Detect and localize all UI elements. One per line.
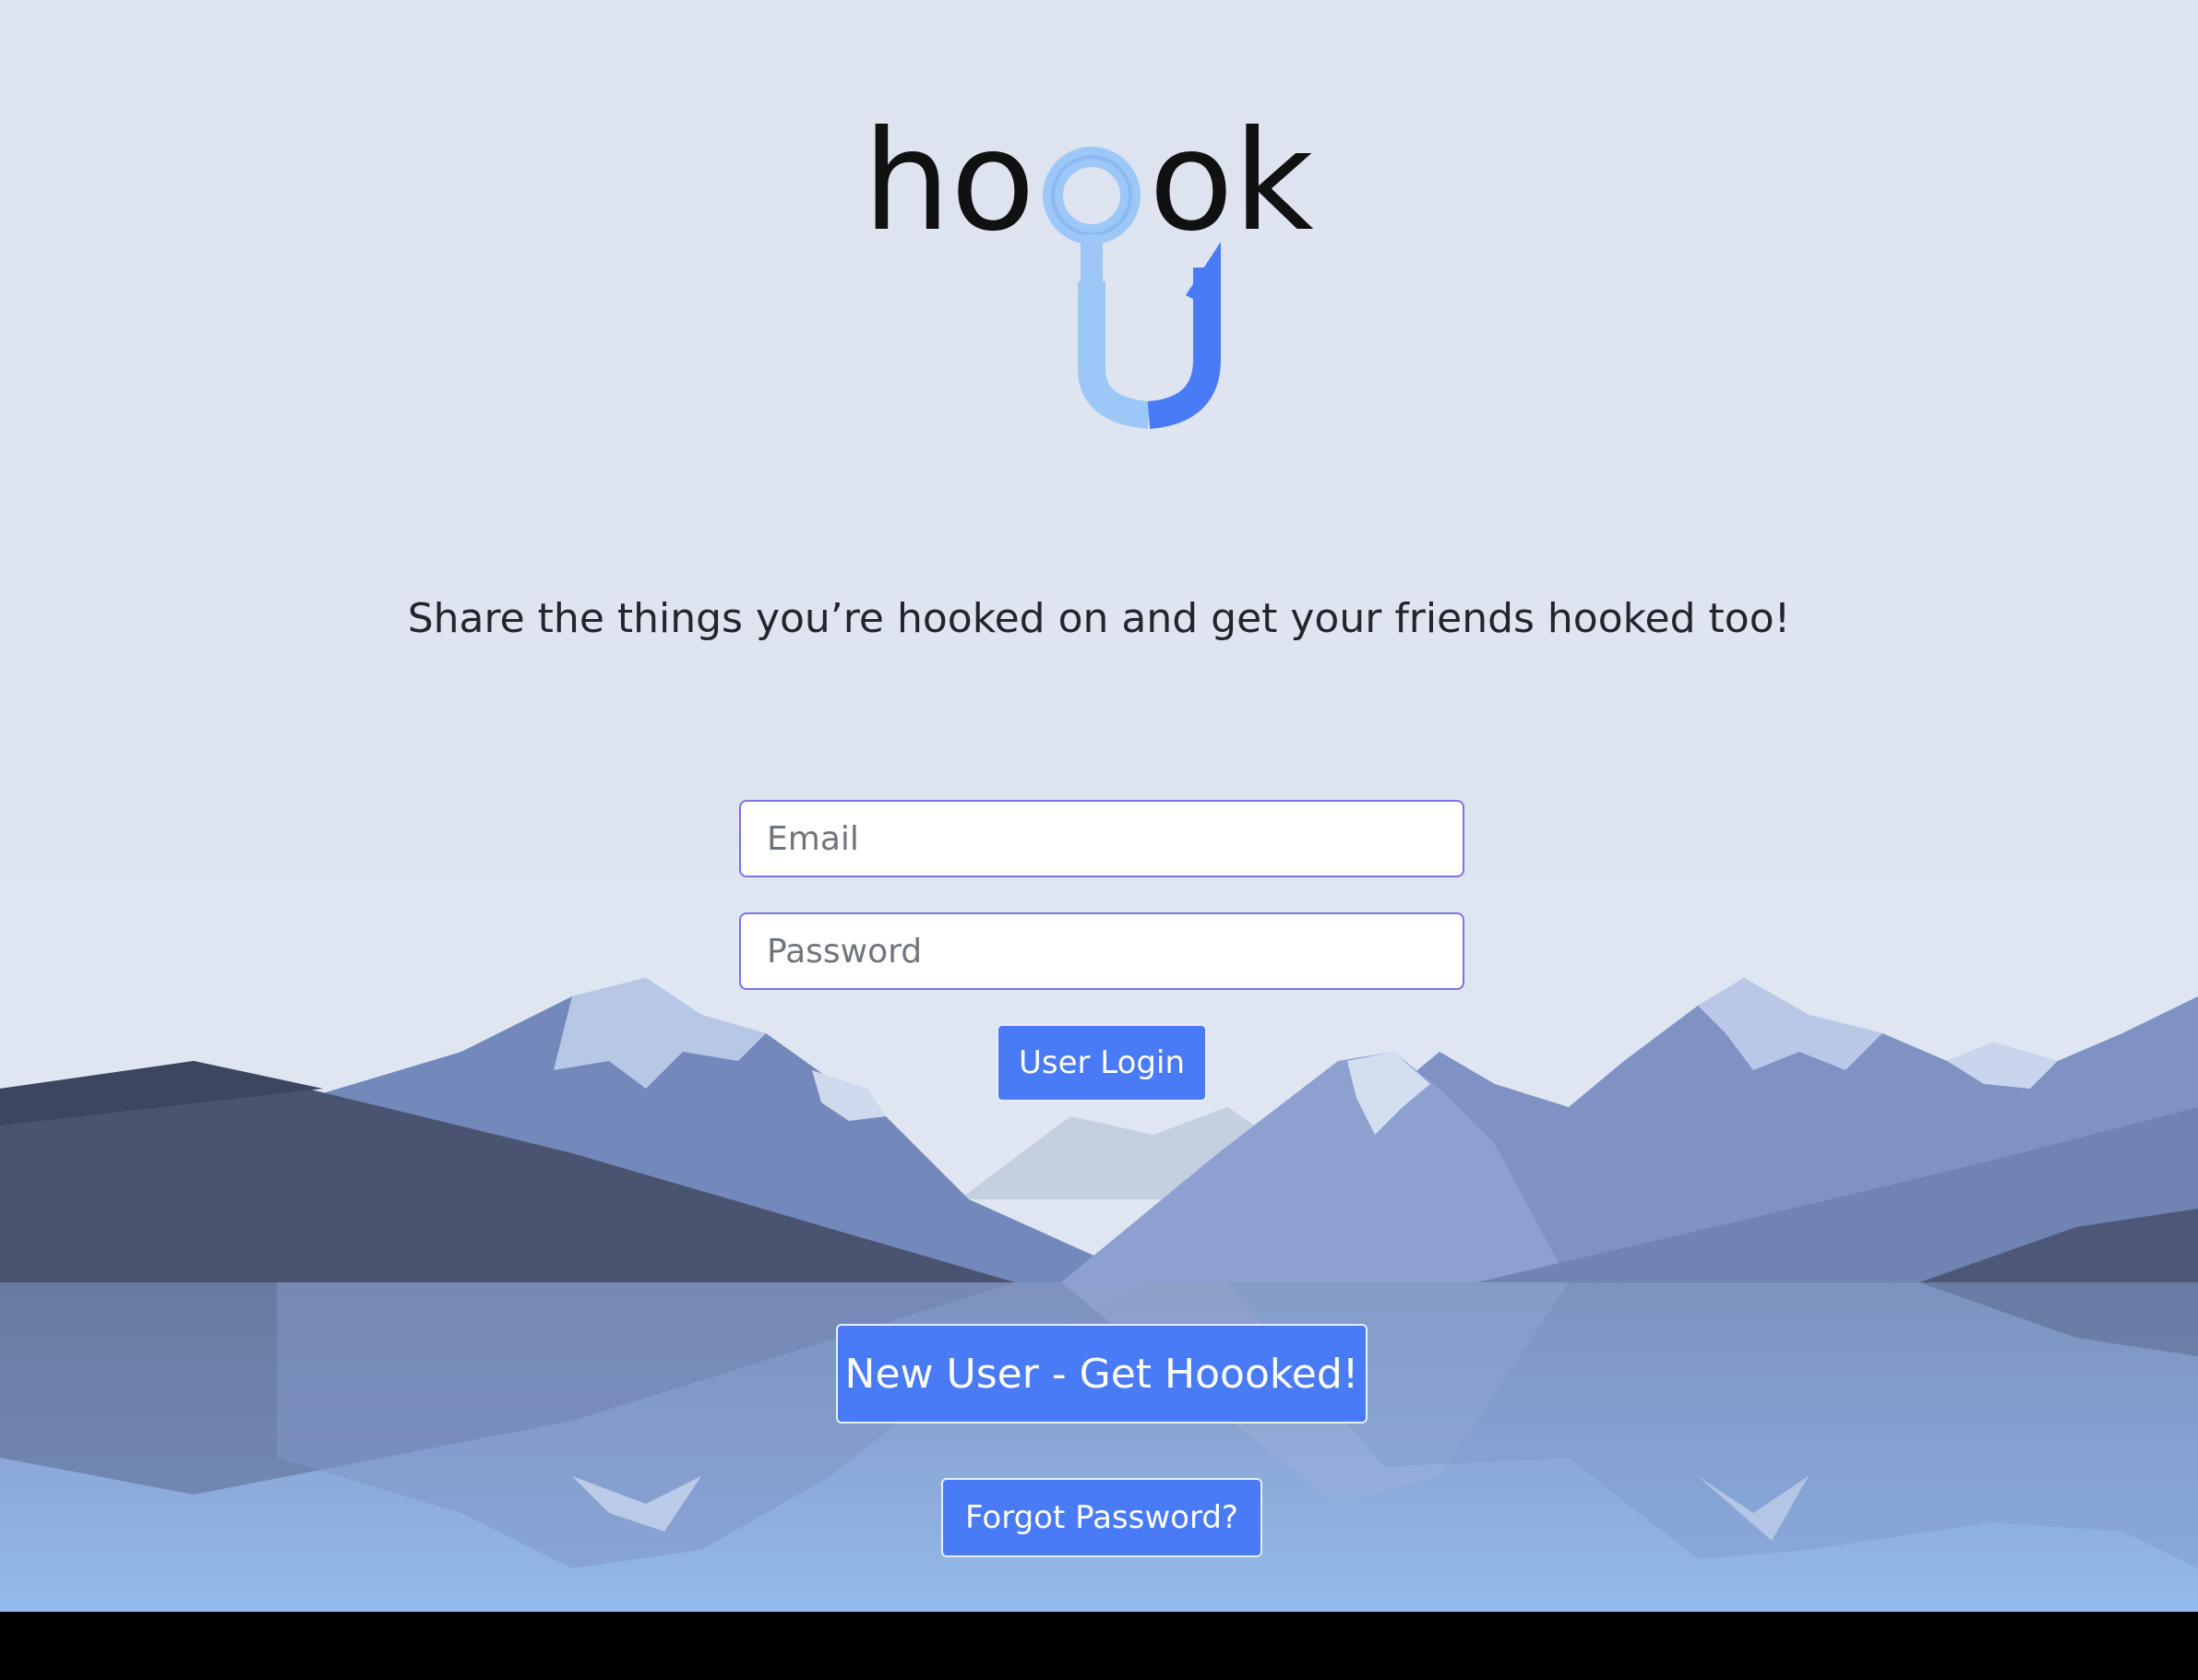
hooook-logo: ho ok xyxy=(863,101,1329,434)
svg-text:ok: ok xyxy=(1149,101,1314,262)
password-input[interactable] xyxy=(739,912,1464,990)
bottom-black-bar xyxy=(0,1612,2198,1680)
email-input[interactable] xyxy=(739,800,1464,877)
user-login-button[interactable]: User Login xyxy=(997,1024,1207,1102)
svg-text:ho: ho xyxy=(867,101,1035,262)
new-user-signup-button[interactable]: New User - Get Hoooked! xyxy=(836,1324,1368,1424)
fishing-hook-icon: ho ok xyxy=(863,101,1314,429)
login-page: ho ok Share the things you’re hooked on … xyxy=(0,0,2198,1612)
forgot-password-button[interactable]: Forgot Password? xyxy=(941,1478,1262,1557)
tagline: Share the things you’re hooked on and ge… xyxy=(407,595,1791,642)
